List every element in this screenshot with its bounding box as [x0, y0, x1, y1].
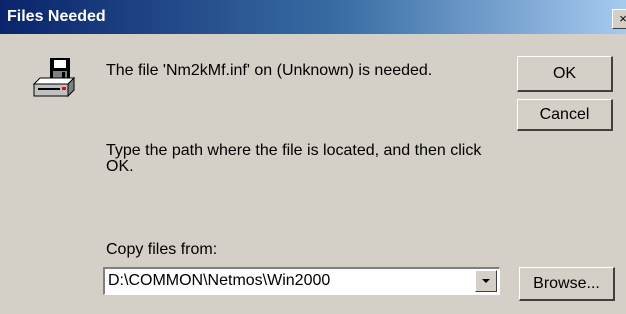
- browse-button[interactable]: Browse...: [519, 267, 615, 301]
- copy-files-from-value[interactable]: D:\COMMON\Netmos\Win2000: [108, 272, 330, 290]
- ok-button[interactable]: OK: [517, 56, 613, 92]
- title-bar: Files Needed ×: [0, 0, 626, 34]
- files-needed-dialog: Files Needed × The file 'Nm2kMf.inf' on …: [0, 0, 626, 314]
- cancel-button[interactable]: Cancel: [517, 99, 613, 131]
- close-button[interactable]: ×: [612, 9, 626, 29]
- file-needed-message: The file 'Nm2kMf.inf' on (Unknown) is ne…: [106, 62, 433, 79]
- instruction-line-1: Type the path where the file is located,…: [106, 142, 482, 159]
- dropdown-arrow-button[interactable]: [475, 270, 497, 292]
- copy-files-from-combobox[interactable]: D:\COMMON\Netmos\Win2000: [103, 267, 500, 295]
- instruction-line-2: OK.: [106, 158, 134, 175]
- window-title: Files Needed: [7, 8, 106, 25]
- instruction-text: Type the path where the file is located,…: [106, 143, 481, 175]
- chevron-down-icon: [482, 279, 490, 283]
- disk-drive-icon: [32, 56, 76, 100]
- copy-files-from-label: Copy files from:: [106, 241, 218, 258]
